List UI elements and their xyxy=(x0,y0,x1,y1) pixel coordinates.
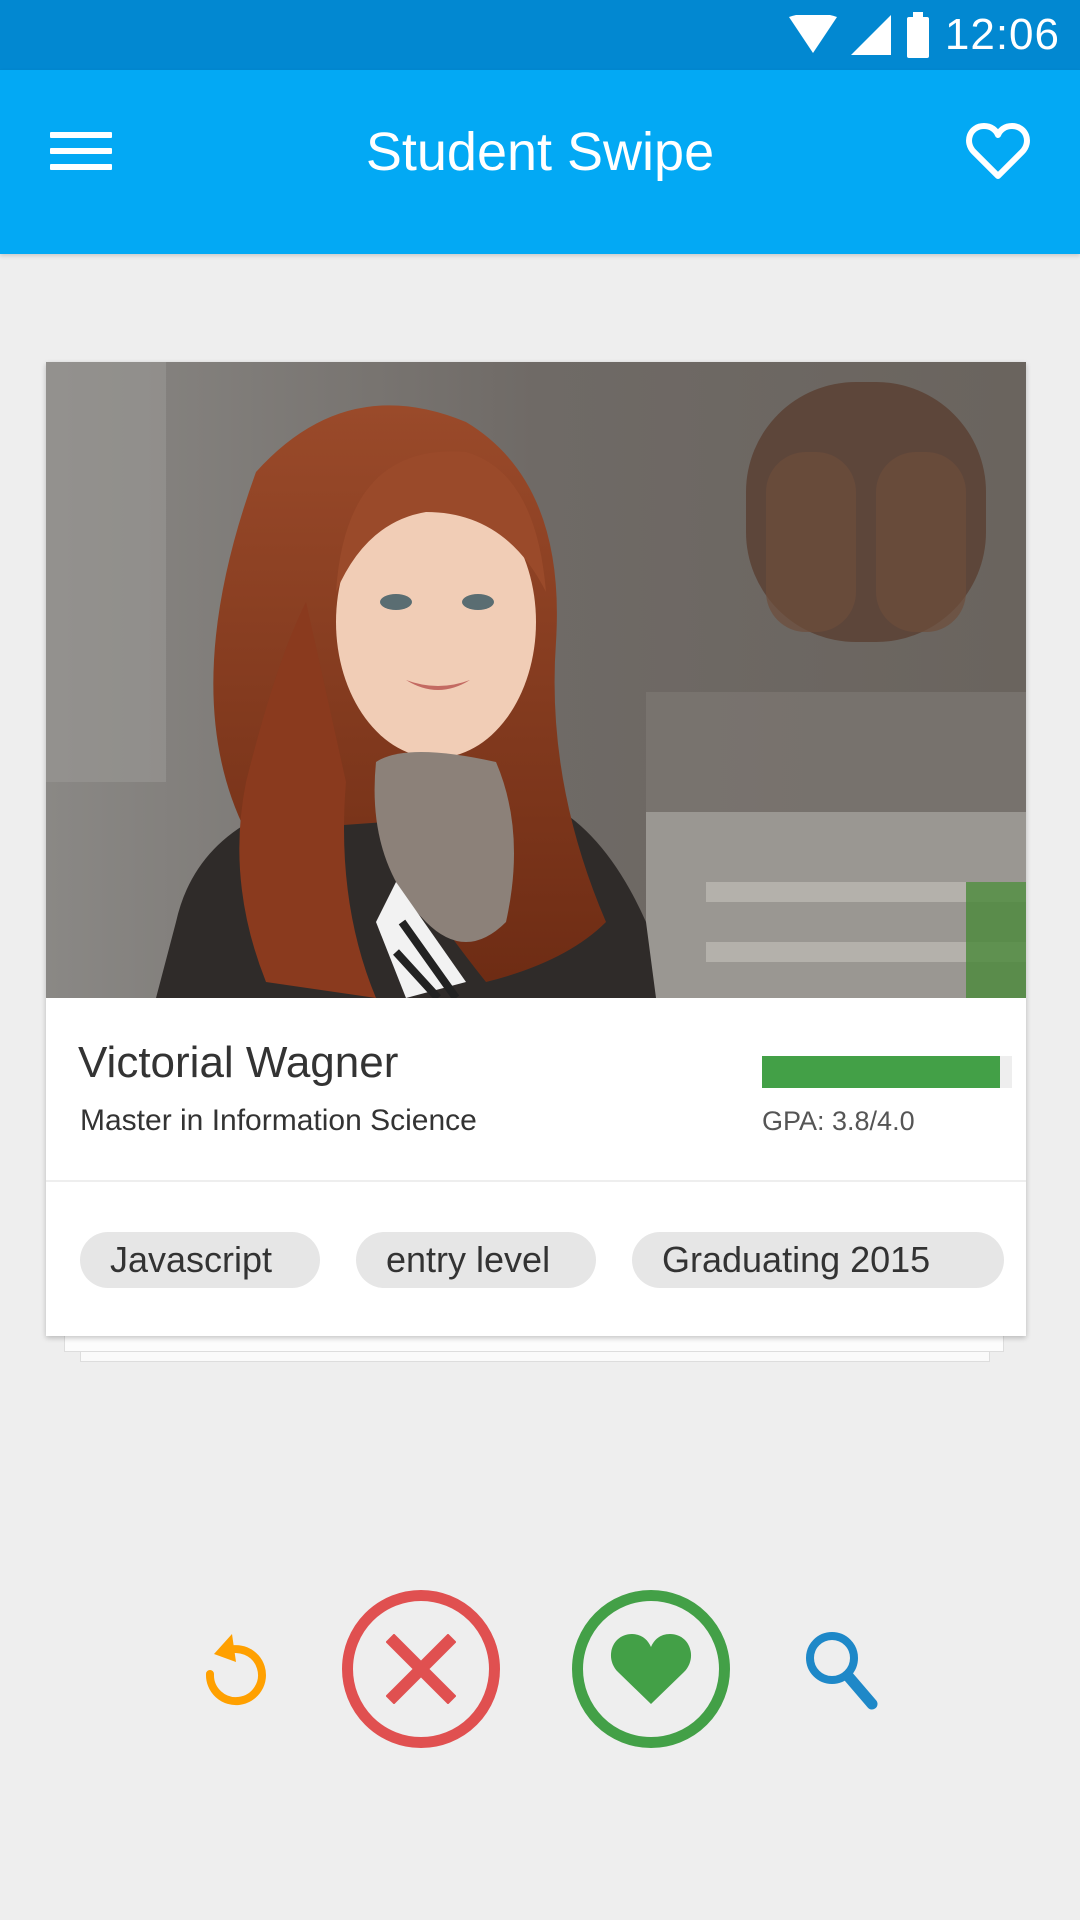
heart-outline-icon[interactable] xyxy=(966,120,1030,184)
tag-list: Javascript entry level Graduating 2015 xyxy=(46,1182,1026,1336)
heart-icon xyxy=(610,1634,692,1704)
student-degree: Master in Information Science xyxy=(80,1104,477,1137)
reject-button[interactable] xyxy=(342,1590,500,1748)
search-icon[interactable] xyxy=(800,1626,880,1712)
signal-icon xyxy=(850,15,891,55)
close-icon xyxy=(386,1634,456,1704)
status-time: 12:06 xyxy=(944,10,1060,59)
student-card[interactable]: Victorial Wagner Master in Information S… xyxy=(46,362,1026,1336)
student-info: Victorial Wagner Master in Information S… xyxy=(46,998,1026,1182)
student-name: Victorial Wagner xyxy=(78,1038,399,1087)
like-button[interactable] xyxy=(572,1590,730,1748)
gpa-bar-fill xyxy=(762,1056,1000,1088)
action-bar xyxy=(0,1590,1080,1750)
wifi-icon xyxy=(788,15,837,55)
status-bar: 12:06 xyxy=(0,0,1080,70)
tag-entry-level: entry level xyxy=(356,1232,596,1288)
gpa-bar xyxy=(762,1056,1012,1088)
gpa-label: GPA: 3.8/4.0 xyxy=(762,1106,915,1136)
battery-icon xyxy=(905,12,931,58)
app-bar: Student Swipe xyxy=(0,70,1080,254)
student-photo xyxy=(46,362,1026,998)
tag-graduating: Graduating 2015 xyxy=(632,1232,1004,1288)
undo-icon[interactable] xyxy=(196,1630,272,1712)
tag-javascript: Javascript xyxy=(80,1232,320,1288)
menu-icon[interactable] xyxy=(50,132,112,176)
app-title: Student Swipe xyxy=(365,122,715,182)
